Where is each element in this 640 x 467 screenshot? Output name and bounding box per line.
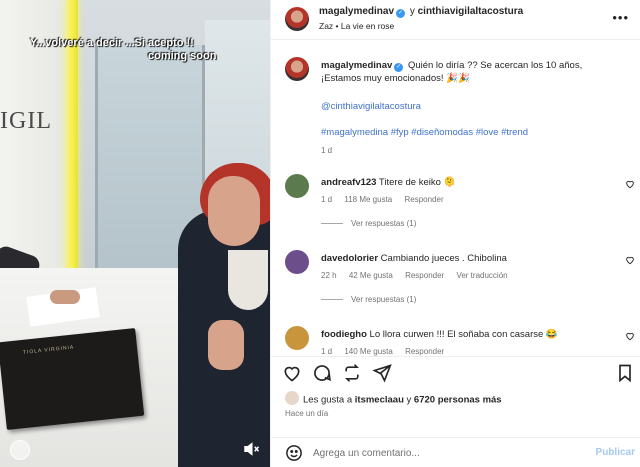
likes-count[interactable]: 6720 personas más <box>414 395 502 406</box>
comment-heart-icon[interactable] <box>625 331 635 341</box>
caption-mention[interactable]: @cinthiavigilaltacostura <box>321 101 421 112</box>
comment-meta: 1 d 140 Me gusta Responder <box>321 347 454 356</box>
shirt-collar <box>228 250 268 310</box>
reply-button[interactable]: Responder <box>404 195 443 204</box>
comment-input[interactable] <box>313 444 563 462</box>
comment-bubble-icon[interactable] <box>312 363 332 383</box>
post-timestamp[interactable]: Hace un día <box>285 409 328 418</box>
commenter-avatar[interactable] <box>285 250 309 274</box>
comment-body: andreafv123 Titere de keiko 🫠 <box>321 177 611 188</box>
video-caption-line2: coming soon <box>148 50 217 62</box>
likes-summary: Les gusta a itsmeclaau y 6720 personas m… <box>285 391 502 407</box>
caption-body: magalymedinav ✓ Quién lo diría ?? Se acer… <box>321 59 621 85</box>
comment-body: foodiegho Lo llora curwen !!! El soñaba … <box>321 329 611 340</box>
post-side-panel: magalymedinav ✓ y cinthiavigilaltacostura… <box>270 0 640 467</box>
comment-heart-icon[interactable] <box>625 179 635 189</box>
book-title: TIOLA VIRGINIA <box>22 344 75 356</box>
likes-prefix: Les gusta a <box>303 394 353 406</box>
comment-body: davedolorier Cambiando jueces . Chibolin… <box>321 253 611 264</box>
black-book: TIOLA VIRGINIA <box>0 328 145 430</box>
person-hand-right <box>208 320 244 370</box>
comment-text: Lo llora curwen !!! El soñaba con casars… <box>369 329 558 340</box>
comment-meta: 22 h 42 Me gusta Responder Ver traducció… <box>321 271 518 280</box>
comment-age: 1 d <box>321 347 333 356</box>
bookmark-icon[interactable] <box>615 363 635 383</box>
verified-badge-icon: ✓ <box>394 63 404 72</box>
publish-button[interactable]: Publicar <box>596 447 635 458</box>
post-video[interactable]: IGIL TIOLA VIRGINIA Y...volveré a decir … <box>0 0 270 467</box>
caption-username[interactable]: magalymedinav <box>321 60 392 71</box>
header-usernames: magalymedinav ✓ y cinthiavigilaltacostura <box>319 6 523 18</box>
commenter-username[interactable]: davedolorier <box>321 253 378 264</box>
post-header: magalymedinav ✓ y cinthiavigilaltacostura… <box>271 0 640 40</box>
header-joiner: y <box>409 6 415 17</box>
instagram-post-view: IGIL TIOLA VIRGINIA Y...volveré a decir … <box>0 0 640 467</box>
comment-composer: Publicar <box>271 437 640 467</box>
comment-likes[interactable]: 118 Me gusta <box>344 195 392 204</box>
author-avatar[interactable] <box>285 7 309 31</box>
person-hand-left <box>50 290 80 304</box>
caption-age: 1 d <box>321 146 333 155</box>
comment-text: Titere de keiko 🫠 <box>378 177 456 188</box>
liker-username[interactable]: itsmeclaau <box>355 395 404 406</box>
translate-button[interactable]: Ver traducción <box>456 271 507 280</box>
comment-meta: 1 d 118 Me gusta Responder <box>321 195 454 204</box>
tagged-users-icon[interactable] <box>10 440 30 460</box>
verified-badge-icon: ✓ <box>396 9 406 18</box>
video-caption-overlay: Y...volveré a decir ...Si acepto !! comi… <box>30 37 216 63</box>
comment-age: 22 h <box>321 271 337 280</box>
comment-likes[interactable]: 140 Me gusta <box>344 347 392 356</box>
caption-hashtags[interactable]: #magalymedina #fyp #diseñomodas #love #t… <box>321 127 528 138</box>
emoji-icon[interactable] <box>285 444 303 462</box>
post-action-bar <box>271 356 640 388</box>
paper-plane-icon[interactable] <box>372 363 392 383</box>
view-replies-button[interactable]: Ver respuestas (1) <box>321 219 416 228</box>
comments-scroll-area[interactable]: magalymedinav ✓ Quién lo diría ?? Se acer… <box>271 41 640 356</box>
audio-track[interactable]: Zaz • La vie en rose <box>319 21 394 31</box>
more-options-icon[interactable]: ••• <box>612 10 629 25</box>
face <box>208 176 260 246</box>
coauthor-username[interactable]: cinthiavigilaltacostura <box>418 6 524 17</box>
likes-joiner: y <box>406 394 412 406</box>
commenter-username[interactable]: foodiegho <box>321 329 367 340</box>
commenter-avatar[interactable] <box>285 326 309 350</box>
speaker-muted-icon[interactable] <box>242 440 260 458</box>
liker-avatar[interactable] <box>285 391 299 405</box>
comment-text: Cambiando jueces . Chibolina <box>380 253 507 264</box>
view-replies-button[interactable]: Ver respuestas (1) <box>321 295 416 304</box>
heart-icon[interactable] <box>282 363 302 383</box>
comment-heart-icon[interactable] <box>625 255 635 265</box>
author-username[interactable]: magalymedinav <box>319 6 394 17</box>
repost-icon[interactable] <box>342 363 362 383</box>
commenter-username[interactable]: andreafv123 <box>321 177 376 188</box>
wall-sign: IGIL <box>0 108 52 134</box>
comment-age: 1 d <box>321 195 333 204</box>
reply-button[interactable]: Responder <box>405 347 444 356</box>
video-caption-line1: Y...volveré a decir ...Si acepto !! <box>30 37 194 49</box>
comment-likes[interactable]: 42 Me gusta <box>349 271 393 280</box>
reply-button[interactable]: Responder <box>405 271 444 280</box>
caption-author-avatar[interactable] <box>285 57 309 81</box>
commenter-avatar[interactable] <box>285 174 309 198</box>
